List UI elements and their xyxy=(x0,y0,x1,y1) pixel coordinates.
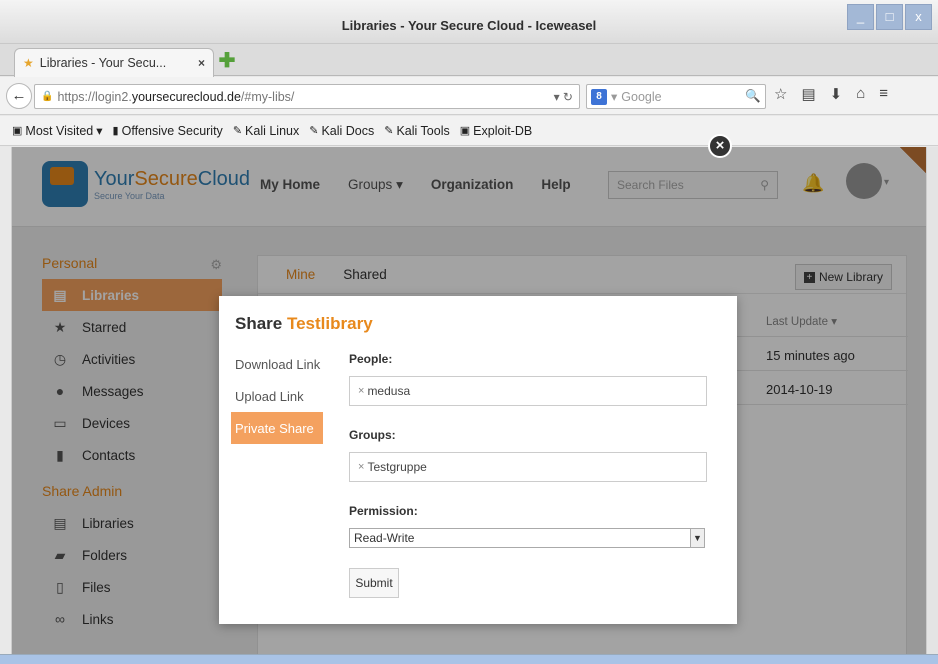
dialog-title-share: Share xyxy=(235,314,283,333)
nav-download-link[interactable]: Download Link xyxy=(231,348,323,380)
form-spacer xyxy=(349,482,709,504)
url-domain: yoursecurecloud.de xyxy=(131,89,241,104)
close-window-button[interactable]: x xyxy=(905,4,932,30)
bookmark-exploit-db[interactable]: ▣ Exploit-DB xyxy=(460,124,532,138)
dialog-title: Share Testlibrary xyxy=(235,314,373,334)
minimize-button[interactable]: _ xyxy=(847,4,874,30)
window-controls: _ □ x xyxy=(847,4,932,30)
close-dialog-button[interactable]: × xyxy=(708,134,732,158)
people-chip: × medusa xyxy=(358,384,410,398)
lock-icon: 🔒 xyxy=(41,91,54,102)
search-engine-caret-icon[interactable]: ▾ xyxy=(611,89,617,104)
toolbar-icons: ☆ ▤ ⬇ ⌂ ≡ xyxy=(774,85,888,103)
bookmark-kali-tools[interactable]: ✎ Kali Tools xyxy=(384,124,450,138)
people-input[interactable]: × medusa xyxy=(349,376,707,406)
dialog-title-library: Testlibrary xyxy=(286,314,373,333)
nav-private-share[interactable]: Private Share xyxy=(231,412,323,444)
window-title: Libraries - Your Secure Cloud - Icewease… xyxy=(341,18,597,33)
browser-tab[interactable]: ★ Libraries - Your Secu... × xyxy=(14,48,214,77)
chevron-down-icon: ▾ xyxy=(96,124,103,138)
magnifier-icon[interactable]: 🔍 xyxy=(745,89,761,104)
chip-label: Testgruppe xyxy=(367,460,427,474)
share-dialog: Share Testlibrary Download Link Upload L… xyxy=(219,296,737,624)
browser-search-bar[interactable]: 8 ▾ Google 🔍 xyxy=(586,84,766,109)
exploit-db-icon: ▣ xyxy=(459,125,471,137)
web-page: YourSecureCloud Secure Your Data My Home… xyxy=(12,147,926,654)
maximize-button[interactable]: □ xyxy=(876,4,903,30)
bookmark-star-icon[interactable]: ☆ xyxy=(774,85,787,103)
bookmark-label: Offensive Security xyxy=(121,123,223,138)
permission-value: Read-Write xyxy=(350,531,690,545)
bookmark-label: Kali Docs xyxy=(321,123,375,138)
home-icon[interactable]: ⌂ xyxy=(856,85,865,103)
url-suffix: /#my-libs/ xyxy=(240,89,295,104)
groups-label: Groups: xyxy=(349,428,396,442)
window-titlebar: Libraries - Your Secure Cloud - Icewease… xyxy=(0,0,938,44)
browser-search-input[interactable]: Google xyxy=(621,90,741,104)
reading-list-icon[interactable]: ▤ xyxy=(801,85,815,103)
search-engine-icon[interactable]: 8 xyxy=(591,88,607,105)
kali-dragon-icon: ✎ xyxy=(309,125,319,137)
bookmark-offensive-security[interactable]: ▮ Offensive Security xyxy=(113,124,223,138)
permission-label: Permission: xyxy=(349,504,418,518)
share-type-nav: Download Link Upload Link Private Share xyxy=(231,348,323,444)
bookmark-kali-linux[interactable]: ✎ Kali Linux xyxy=(233,124,299,138)
bookmark-label: Kali Linux xyxy=(245,123,300,138)
remove-chip-icon[interactable]: × xyxy=(358,385,364,397)
bookmarks-toolbar: ▣ Most Visited ▾ ▮ Offensive Security ✎ Kali… xyxy=(0,116,938,146)
kali-dragon-icon: ✎ xyxy=(232,125,243,137)
tab-label: Libraries - Your Secu... xyxy=(39,56,167,70)
window-left-frame xyxy=(0,147,12,654)
navigation-toolbar: ← 🔒 https://login2.yoursecurecloud.de/#m… xyxy=(0,77,938,115)
group-chip: × Testgruppe xyxy=(358,460,427,474)
submit-button[interactable]: Submit xyxy=(349,568,399,598)
reload-icon[interactable]: ▾ ↻ xyxy=(554,90,573,104)
favicon-icon: ★ xyxy=(23,56,34,70)
permission-select[interactable]: Read-Write ▼ xyxy=(349,528,705,548)
bookmark-label: Exploit-DB xyxy=(473,123,533,138)
bookmark-most-visited[interactable]: ▣ Most Visited ▾ xyxy=(12,123,103,139)
private-share-form: People: × medusa Groups: × Testgruppe Perm… xyxy=(349,352,709,598)
url-bar[interactable]: 🔒 https://login2.yoursecurecloud.de/#my-… xyxy=(34,84,580,109)
people-label: People: xyxy=(349,352,393,366)
tab-strip: ★ Libraries - Your Secu... × ✚ xyxy=(0,44,938,77)
bookmark-label: Kali Tools xyxy=(396,123,450,138)
download-icon[interactable]: ⬇ xyxy=(830,85,843,103)
nav-upload-link[interactable]: Upload Link xyxy=(231,380,323,412)
vertical-scrollbar[interactable] xyxy=(926,147,938,654)
folder-icon: ▣ xyxy=(12,125,23,137)
url-prefix: https://login2. xyxy=(57,89,132,104)
form-spacer xyxy=(349,406,709,428)
bookmark-label: Most Visited xyxy=(25,123,94,138)
bookmark-kali-docs[interactable]: ✎ Kali Docs xyxy=(309,124,374,138)
url-text: https://login2.yoursecurecloud.de/#my-li… xyxy=(57,90,549,104)
chip-label: medusa xyxy=(367,384,411,398)
offsec-icon: ▮ xyxy=(112,125,119,137)
groups-input[interactable]: × Testgruppe xyxy=(349,452,707,482)
tab-close-icon[interactable]: × xyxy=(198,56,205,70)
chevron-down-icon[interactable]: ▼ xyxy=(690,529,704,547)
kali-dragon-icon: ✎ xyxy=(384,125,394,137)
remove-chip-icon[interactable]: × xyxy=(358,461,364,473)
menu-icon[interactable]: ≡ xyxy=(879,85,888,103)
horizontal-scrollbar[interactable] xyxy=(0,654,938,664)
new-tab-icon[interactable]: ✚ xyxy=(216,51,238,73)
back-button[interactable]: ← xyxy=(6,83,32,109)
